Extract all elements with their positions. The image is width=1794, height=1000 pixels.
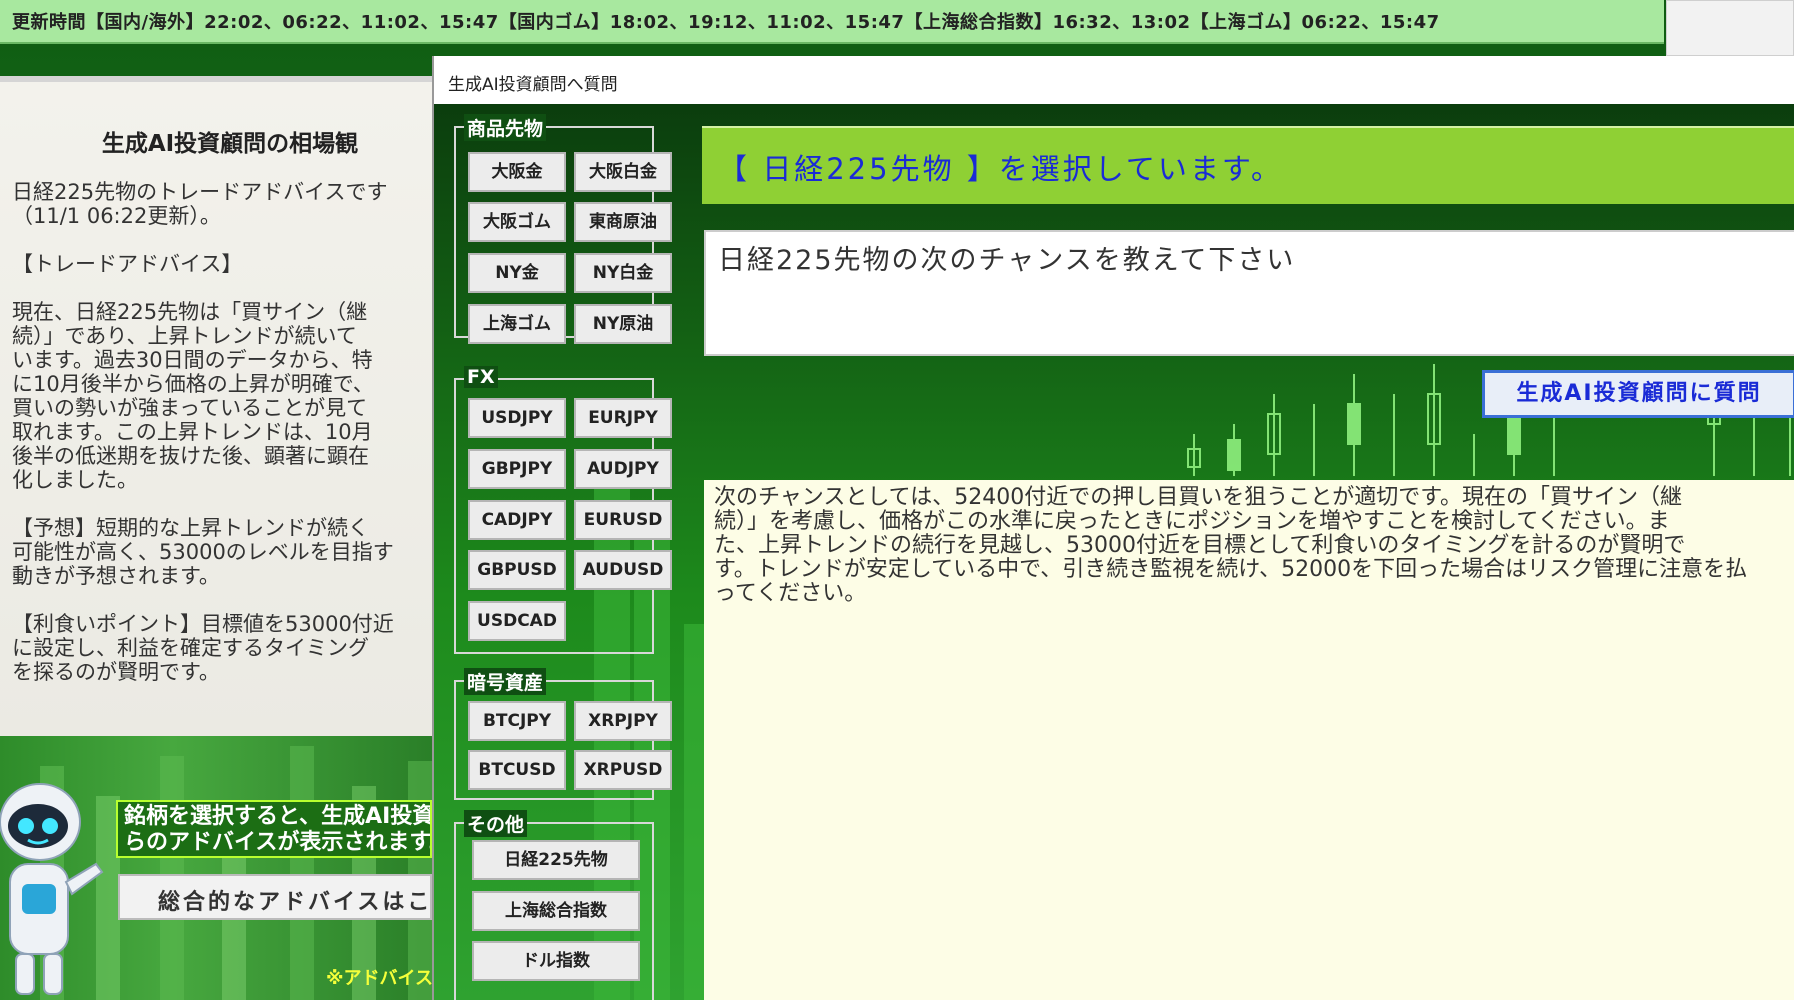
fx-group-label: FX bbox=[464, 366, 498, 388]
crypto-button-xrpusd[interactable]: XRPUSD bbox=[574, 750, 672, 790]
question-input[interactable]: 日経225先物の次のチャンスを教えて下さい bbox=[704, 230, 1794, 356]
update-time-ticker: 更新時間【国内/海外】22:02、06:22、11:02、15:47【国内ゴム】… bbox=[0, 0, 1664, 44]
product-button-osaka-gold[interactable]: 大阪金 bbox=[468, 152, 566, 192]
ask-ai-advisor-dialog: 生成AI投資顧問へ質問 商品先物 大阪金 大阪白金 大阪ゴム 東商原油 NY金 … bbox=[432, 56, 1794, 1000]
market-view-panel: 生成AI投資顧問の相場観 日経225先物のトレードアドバイスです （11/1 0… bbox=[0, 76, 432, 736]
crypto-button-xrpjpy[interactable]: XRPJPY bbox=[574, 701, 672, 741]
fx-button-cadjpy[interactable]: CADJPY bbox=[468, 500, 566, 540]
product-button-ny-platinum[interactable]: NY白金 bbox=[574, 253, 672, 293]
instruction-banner: 銘柄を選択すると、生成AI投資 らのアドバイスが表示されます。 bbox=[116, 800, 432, 858]
crypto-button-btcjpy[interactable]: BTCJPY bbox=[468, 701, 566, 741]
selected-product-text: 【 日経225先物 】を選択しています。 bbox=[718, 152, 1284, 186]
ticker-text: 更新時間【国内/海外】22:02、06:22、11:02、15:47【国内ゴム】… bbox=[12, 12, 1440, 33]
overall-advice-button[interactable]: 総合的なアドバイスはこ bbox=[118, 874, 432, 920]
answer-output: 次のチャンスとしては、52400付近での押し目買いを狙うことが適切です。現在の「… bbox=[704, 480, 1794, 1000]
product-button-ny-gold[interactable]: NY金 bbox=[468, 253, 566, 293]
robot-mascot-icon bbox=[0, 783, 104, 995]
selected-product-bar: 【 日経225先物 】を選択しています。 bbox=[702, 126, 1794, 204]
product-button-shanghai-rubber[interactable]: 上海ゴム bbox=[468, 304, 566, 344]
fx-button-gbpusd[interactable]: GBPUSD bbox=[468, 550, 566, 590]
commodities-group-label: 商品先物 bbox=[464, 114, 547, 141]
fx-button-audusd[interactable]: AUDUSD bbox=[574, 550, 672, 590]
dialog-title: 生成AI投資顧問へ質問 bbox=[448, 75, 618, 95]
product-button-osaka-rubber[interactable]: 大阪ゴム bbox=[468, 202, 566, 242]
fx-button-eurusd[interactable]: EURUSD bbox=[574, 500, 672, 540]
crypto-button-btcusd[interactable]: BTCUSD bbox=[468, 750, 566, 790]
fx-button-gbpjpy[interactable]: GBPJPY bbox=[468, 449, 566, 489]
product-button-osaka-platinum[interactable]: 大阪白金 bbox=[574, 152, 672, 192]
fx-button-usdjpy[interactable]: USDJPY bbox=[468, 398, 566, 438]
market-view-text: 日経225先物のトレードアドバイスです （11/1 06:22更新）。 【トレー… bbox=[12, 180, 394, 684]
other-button-dollar-index[interactable]: ドル指数 bbox=[472, 941, 640, 981]
crypto-group-label: 暗号資産 bbox=[464, 668, 547, 695]
product-button-tocom-crude[interactable]: 東商原油 bbox=[574, 202, 672, 242]
other-group-label: その他 bbox=[464, 810, 528, 837]
other-button-nikkei225-futures[interactable]: 日経225先物 bbox=[472, 840, 640, 880]
dialog-titlebar[interactable]: 生成AI投資顧問へ質問 bbox=[434, 56, 1794, 104]
window-corner-panel bbox=[1666, 0, 1794, 56]
fx-button-audjpy[interactable]: AUDJPY bbox=[574, 449, 672, 489]
market-view-title: 生成AI投資顧問の相場観 bbox=[101, 131, 359, 157]
other-button-shanghai-composite[interactable]: 上海総合指数 bbox=[472, 891, 640, 931]
fx-button-eurjpy[interactable]: EURJPY bbox=[574, 398, 672, 438]
fx-button-usdcad[interactable]: USDCAD bbox=[468, 601, 566, 641]
ask-ai-advisor-button[interactable]: 生成AI投資顧問に質問 bbox=[1482, 370, 1794, 418]
product-button-ny-crude[interactable]: NY原油 bbox=[574, 304, 672, 344]
